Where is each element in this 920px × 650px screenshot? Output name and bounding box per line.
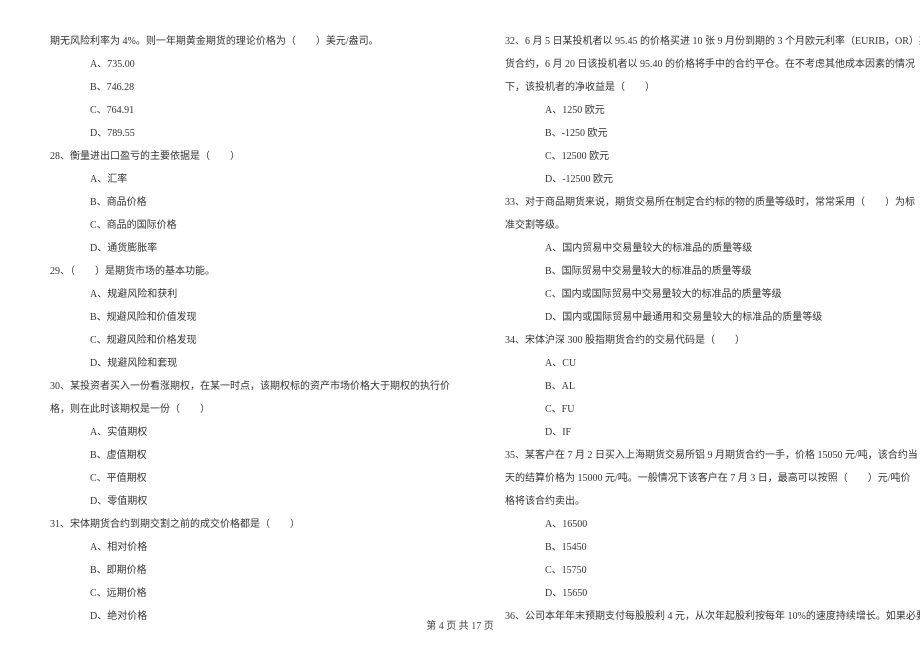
q30-option-a: A、实值期权 bbox=[50, 421, 450, 444]
q35-text-line1: 35、某客户在 7 月 2 日买入上海期货交易所铝 9 月期货合约一手，价格 1… bbox=[505, 444, 920, 467]
q34-text: 34、宋体沪深 300 股指期货合约的交易代码是（ ） bbox=[505, 329, 920, 352]
q28-option-c: C、商品的国际价格 bbox=[50, 214, 450, 237]
q29-text: 29、（ ）是期货市场的基本功能。 bbox=[50, 260, 450, 283]
q33-text-line2: 准交割等级。 bbox=[505, 214, 920, 237]
q29-option-c: C、规避风险和价格发现 bbox=[50, 329, 450, 352]
q28-option-b: B、商品价格 bbox=[50, 191, 450, 214]
q27-option-d: D、789.55 bbox=[50, 122, 450, 145]
q30-option-b: B、虚值期权 bbox=[50, 444, 450, 467]
q27-option-b: B、746.28 bbox=[50, 76, 450, 99]
q32-text-line2: 货合约，6 月 20 日该投机者以 95.40 的价格将手中的合约平仓。在不考虑… bbox=[505, 53, 920, 76]
q33-option-c: C、国内或国际贸易中交易量较大的标准品的质量等级 bbox=[505, 283, 920, 306]
q28-option-a: A、汇率 bbox=[50, 168, 450, 191]
q32-option-a: A、1250 欧元 bbox=[505, 99, 920, 122]
q29-option-b: B、规避风险和价值发现 bbox=[50, 306, 450, 329]
q31-option-b: B、即期价格 bbox=[50, 559, 450, 582]
q30-option-d: D、零值期权 bbox=[50, 490, 450, 513]
q34-option-b: B、AL bbox=[505, 375, 920, 398]
q34-option-a: A、CU bbox=[505, 352, 920, 375]
right-column: 32、6 月 5 日某投机者以 95.45 的价格买进 10 张 9 月份到期的… bbox=[505, 30, 920, 628]
q34-option-d: D、IF bbox=[505, 421, 920, 444]
q30-text-line2: 格，则在此时该期权是一份（ ） bbox=[50, 398, 450, 421]
q32-text-line3: 下，该投机者的净收益是（ ） bbox=[505, 76, 920, 99]
q30-text-line1: 30、某投资者买入一份看涨期权，在某一时点，该期权标的资产市场价格大于期权的执行… bbox=[50, 375, 450, 398]
document-columns: 期无风险利率为 4%。则一年期黄金期货的理论价格为（ ）美元/盎司。 A、735… bbox=[50, 30, 870, 628]
q34-option-c: C、FU bbox=[505, 398, 920, 421]
q35-text-line3: 格将该合约卖出。 bbox=[505, 490, 920, 513]
q32-text-line1: 32、6 月 5 日某投机者以 95.45 的价格买进 10 张 9 月份到期的… bbox=[505, 30, 920, 53]
q29-option-d: D、规避风险和套现 bbox=[50, 352, 450, 375]
q35-option-d: D、15650 bbox=[505, 582, 920, 605]
q33-text-line1: 33、对于商品期货来说，期货交易所在制定合约标的物的质量等级时，常常采用（ ）为… bbox=[505, 191, 920, 214]
q32-option-c: C、12500 欧元 bbox=[505, 145, 920, 168]
q31-option-c: C、远期价格 bbox=[50, 582, 450, 605]
q35-text-line2: 天的结算价格为 15000 元/吨。一般情况下该客户在 7 月 3 日，最高可以… bbox=[505, 467, 920, 490]
q32-option-b: B、-1250 欧元 bbox=[505, 122, 920, 145]
q35-option-b: B、15450 bbox=[505, 536, 920, 559]
page-footer: 第 4 页 共 17 页 bbox=[0, 617, 920, 632]
q31-option-a: A、相对价格 bbox=[50, 536, 450, 559]
q33-option-a: A、国内贸易中交易量较大的标准品的质量等级 bbox=[505, 237, 920, 260]
q27-option-a: A、735.00 bbox=[50, 53, 450, 76]
q33-option-b: B、国际贸易中交易量较大的标准品的质量等级 bbox=[505, 260, 920, 283]
q35-option-a: A、16500 bbox=[505, 513, 920, 536]
q33-option-d: D、国内或国际贸易中最通用和交易量较大的标准品的质量等级 bbox=[505, 306, 920, 329]
q28-text: 28、衡量进出口盈亏的主要依据是（ ） bbox=[50, 145, 450, 168]
q28-option-d: D、通货膨胀率 bbox=[50, 237, 450, 260]
q30-option-c: C、平值期权 bbox=[50, 467, 450, 490]
left-column: 期无风险利率为 4%。则一年期黄金期货的理论价格为（ ）美元/盎司。 A、735… bbox=[50, 30, 450, 628]
q31-text: 31、宋体期货合约到期交割之前的成交价格都是（ ） bbox=[50, 513, 450, 536]
q27-continuation: 期无风险利率为 4%。则一年期黄金期货的理论价格为（ ）美元/盎司。 bbox=[50, 30, 450, 53]
q27-option-c: C、764.91 bbox=[50, 99, 450, 122]
q35-option-c: C、15750 bbox=[505, 559, 920, 582]
q29-option-a: A、规避风险和获利 bbox=[50, 283, 450, 306]
q32-option-d: D、-12500 欧元 bbox=[505, 168, 920, 191]
